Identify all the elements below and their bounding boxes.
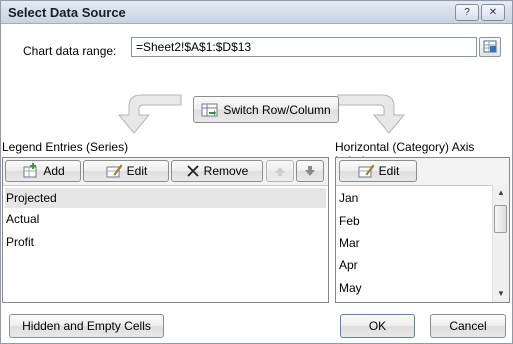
- arrow-up-icon: [275, 167, 285, 176]
- ok-button[interactable]: OK: [340, 314, 415, 338]
- category-item-feb[interactable]: Feb: [338, 211, 491, 231]
- collapse-range-button[interactable]: [479, 37, 501, 57]
- remove-series-button[interactable]: Remove: [171, 160, 263, 182]
- switch-row-column-button[interactable]: Switch Row/Column: [193, 96, 339, 123]
- cancel-button[interactable]: Cancel: [430, 314, 506, 338]
- hidden-and-empty-cells-button[interactable]: Hidden and Empty Cells: [9, 314, 164, 338]
- arrow-down-icon: [305, 166, 315, 176]
- close-icon: ✕: [488, 7, 498, 18]
- add-series-button[interactable]: Add: [5, 160, 81, 182]
- select-data-source-dialog: Select Data Source ? ✕ Chart data range:: [0, 0, 513, 344]
- category-item-apr[interactable]: Apr: [338, 255, 491, 275]
- series-item-profit[interactable]: Profit: [5, 232, 326, 252]
- remove-series-label: Remove: [203, 164, 249, 178]
- category-item-jan[interactable]: Jan: [338, 188, 491, 208]
- chart-data-range-input[interactable]: [131, 37, 477, 57]
- scroll-up-icon[interactable]: ▲: [493, 185, 509, 201]
- series-item-actual[interactable]: Actual: [5, 209, 326, 229]
- category-item-may[interactable]: May: [338, 278, 491, 298]
- category-item-mar[interactable]: Mar: [338, 233, 491, 253]
- add-series-label: Add: [43, 164, 65, 178]
- legend-entries-panel: Add Edit Remove Projected Actual Profit: [2, 157, 329, 303]
- scroll-down-icon[interactable]: ▼: [493, 286, 509, 302]
- edit-axis-icon: [358, 164, 375, 178]
- edit-axis-labels-label: Edit: [378, 164, 400, 178]
- dialog-title: Select Data Source: [8, 5, 126, 20]
- move-up-button[interactable]: [266, 160, 294, 182]
- edit-series-label: Edit: [126, 164, 148, 178]
- axis-toolbar: Edit: [336, 158, 509, 186]
- title-bar: Select Data Source ? ✕: [1, 1, 512, 24]
- axis-labels-scrollbar[interactable]: ▲ ▼: [492, 185, 509, 302]
- hidden-and-empty-cells-label: Hidden and Empty Cells: [22, 319, 151, 333]
- remove-icon: [187, 165, 199, 177]
- add-series-icon: [23, 163, 37, 178]
- left-switch-arrow-icon: [117, 94, 182, 134]
- ok-label: OK: [368, 319, 387, 333]
- edit-axis-labels-button[interactable]: Edit: [339, 160, 417, 182]
- edit-series-button[interactable]: Edit: [83, 160, 169, 182]
- edit-series-icon: [106, 164, 123, 178]
- switch-row-column-icon: [201, 103, 218, 116]
- scroll-thumb[interactable]: [494, 205, 507, 233]
- axis-labels-panel: Edit Jan Feb Mar Apr May ▲ ▼: [335, 157, 510, 303]
- cancel-label: Cancel: [449, 319, 487, 333]
- help-button[interactable]: ?: [455, 4, 479, 21]
- close-button[interactable]: ✕: [481, 4, 505, 21]
- right-switch-arrow-icon: [337, 94, 406, 134]
- series-item-projected[interactable]: Projected: [5, 188, 326, 208]
- chart-data-range-label: Chart data range:: [23, 44, 117, 58]
- move-down-button[interactable]: [296, 160, 324, 182]
- help-icon: ?: [464, 7, 470, 18]
- range-select-icon: [483, 40, 497, 53]
- switch-row-column-label: Switch Row/Column: [223, 102, 331, 117]
- legend-toolbar: Add Edit Remove: [3, 158, 328, 186]
- legend-entries-heading: Legend Entries (Series): [2, 140, 129, 154]
